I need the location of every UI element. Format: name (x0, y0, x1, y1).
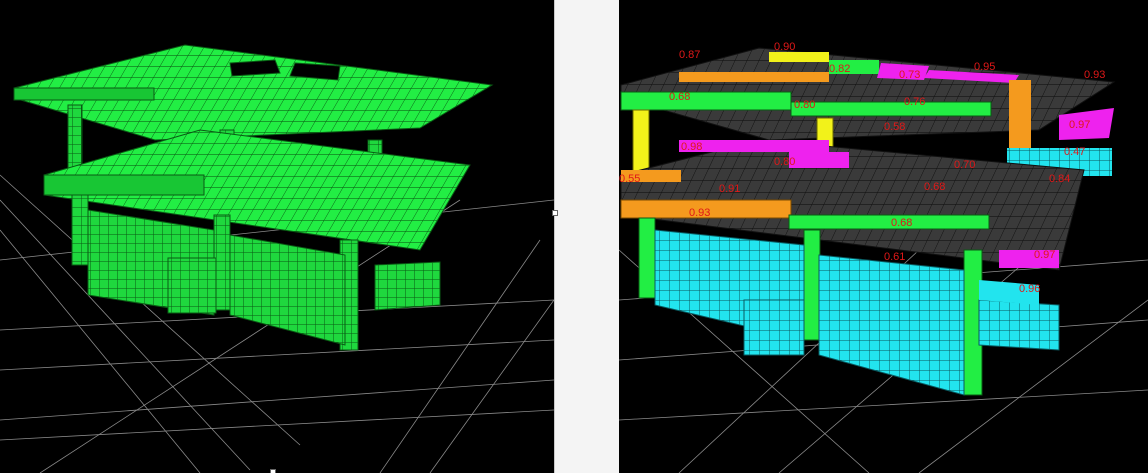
ratio-label: 0.58 (884, 121, 905, 133)
ratio-label: 0.82 (829, 63, 850, 75)
model-mesh-canvas (0, 44, 554, 473)
ratio-label: 0.93 (689, 207, 710, 219)
ratio-label: 0.95 (974, 61, 995, 73)
view-separator (552, 0, 620, 473)
ratio-label: 0.96 (1019, 283, 1040, 295)
ratio-label: 0.68 (924, 181, 945, 193)
ratio-label: 0.84 (1049, 173, 1070, 185)
ratio-label: 0.47 (1064, 146, 1085, 158)
ratio-label: 0.93 (1084, 69, 1105, 81)
splitter-handle[interactable] (552, 210, 558, 216)
ratio-label: 0.61 (884, 251, 905, 263)
resize-handle[interactable] (270, 469, 276, 473)
ratio-label: 0.90 (774, 41, 795, 53)
basement-wall-right (818, 254, 965, 396)
ratio-label: 0.70 (954, 159, 975, 171)
ratio-label: 0.68 (891, 217, 912, 229)
ratio-label: 0.97 (1069, 119, 1090, 131)
stress-ratio-view[interactable]: 0.87 0.90 0.82 0.73 0.95 0.93 0.68 0.80 … (619, 0, 1148, 473)
ratio-label: 0.87 (679, 49, 700, 61)
ratio-label: 0.91 (719, 183, 740, 195)
ratio-label: 0.97 (1034, 249, 1055, 261)
stress-ratio-canvas: 0.87 0.90 0.82 0.73 0.95 0.93 0.68 0.80 … (619, 41, 1148, 473)
ratio-label: 0.73 (899, 69, 920, 81)
basement-wall-right (229, 234, 346, 346)
ratio-label: 0.68 (669, 91, 690, 103)
ratio-label: 0.80 (794, 99, 815, 111)
ratio-label: 0.98 (681, 141, 702, 153)
ratio-label: 0.76 (904, 96, 925, 108)
model-mesh-view[interactable] (0, 0, 554, 473)
ratio-label: 0.80 (774, 156, 795, 168)
ratio-label: 0.55 (619, 173, 640, 185)
